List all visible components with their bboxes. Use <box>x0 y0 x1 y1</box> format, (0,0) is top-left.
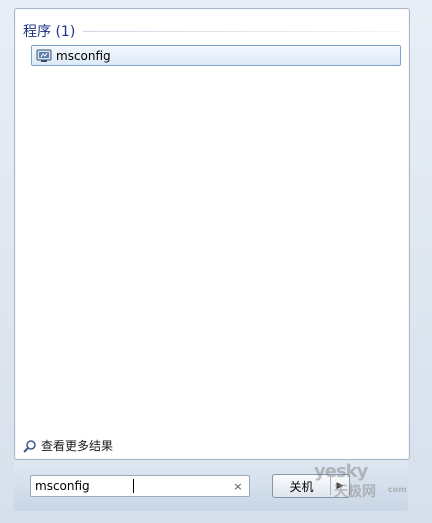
search-results-panel: 程序 (1) msconfig 查看更多结果 <box>14 8 410 460</box>
see-more-label: 查看更多结果 <box>41 439 114 453</box>
programs-section-label: 程序 (1) <box>23 24 76 40</box>
clear-search-icon[interactable]: × <box>231 480 245 493</box>
programs-section-header: 程序 (1) <box>23 21 399 41</box>
watermark-line1: yesky <box>314 461 368 482</box>
search-input-value: msconfig <box>35 479 90 493</box>
watermark-line3: com <box>388 485 407 494</box>
section-divider <box>83 30 399 32</box>
watermark-line2: 天极网 <box>334 484 376 500</box>
result-item-msconfig[interactable]: msconfig <box>31 45 401 66</box>
search-icon <box>23 439 36 453</box>
start-menu-frame: 程序 (1) msconfig 查看更多结果 msconfig × 关机 ▶ y… <box>0 0 432 523</box>
search-input[interactable]: msconfig × <box>30 475 250 497</box>
text-caret <box>133 479 134 493</box>
result-item-label: msconfig <box>56 48 111 63</box>
see-more-results-link[interactable]: 查看更多结果 <box>23 437 113 454</box>
msconfig-app-icon <box>36 49 52 62</box>
watermark: yesky 天极网 com <box>310 461 410 501</box>
